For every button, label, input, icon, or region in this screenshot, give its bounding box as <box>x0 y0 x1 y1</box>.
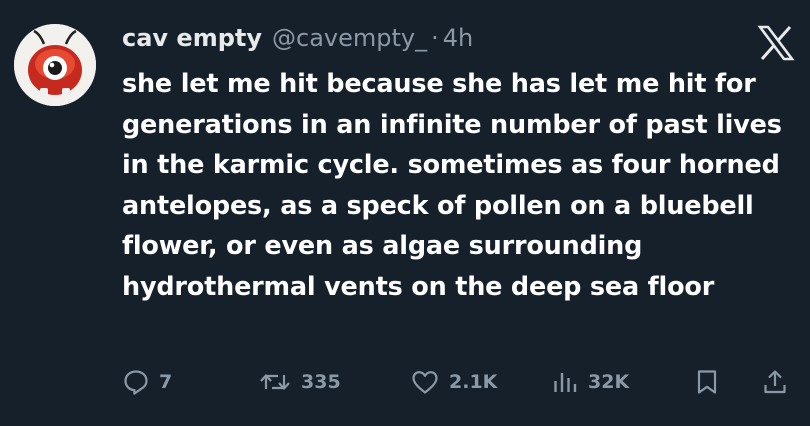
bookmark-button[interactable] <box>694 362 720 402</box>
avatar-character-image <box>14 24 96 106</box>
like-button[interactable]: 2.1K <box>410 362 497 402</box>
timestamp[interactable]: 4h <box>443 24 473 52</box>
user-handle[interactable]: @cavempty_ <box>272 24 427 52</box>
reply-count: 7 <box>159 371 173 393</box>
share-button[interactable] <box>762 362 788 402</box>
views-button[interactable]: 32K <box>551 362 629 402</box>
views-icon <box>554 373 577 392</box>
repost-button[interactable]: 335 <box>258 362 341 402</box>
like-count: 2.1K <box>449 371 498 393</box>
repost-icon <box>260 374 290 390</box>
tweet-text: she let me hit because she has let me hi… <box>122 69 782 302</box>
repost-count: 335 <box>301 371 341 393</box>
like-icon <box>412 371 438 394</box>
separator-dot: · <box>431 24 439 52</box>
x-logo-icon <box>757 25 795 61</box>
display-name[interactable]: cav empty <box>122 24 262 52</box>
reply-button[interactable]: 7 <box>122 362 172 402</box>
bookmark-icon <box>697 370 717 394</box>
action-bar: 7 335 2.1K 32K <box>0 362 810 402</box>
share-icon <box>764 370 786 394</box>
avatar[interactable] <box>14 24 96 106</box>
tweet-header: cav empty @cavempty_ · 4h <box>122 21 473 55</box>
reply-icon <box>124 370 148 395</box>
views-count: 32K <box>588 371 630 393</box>
